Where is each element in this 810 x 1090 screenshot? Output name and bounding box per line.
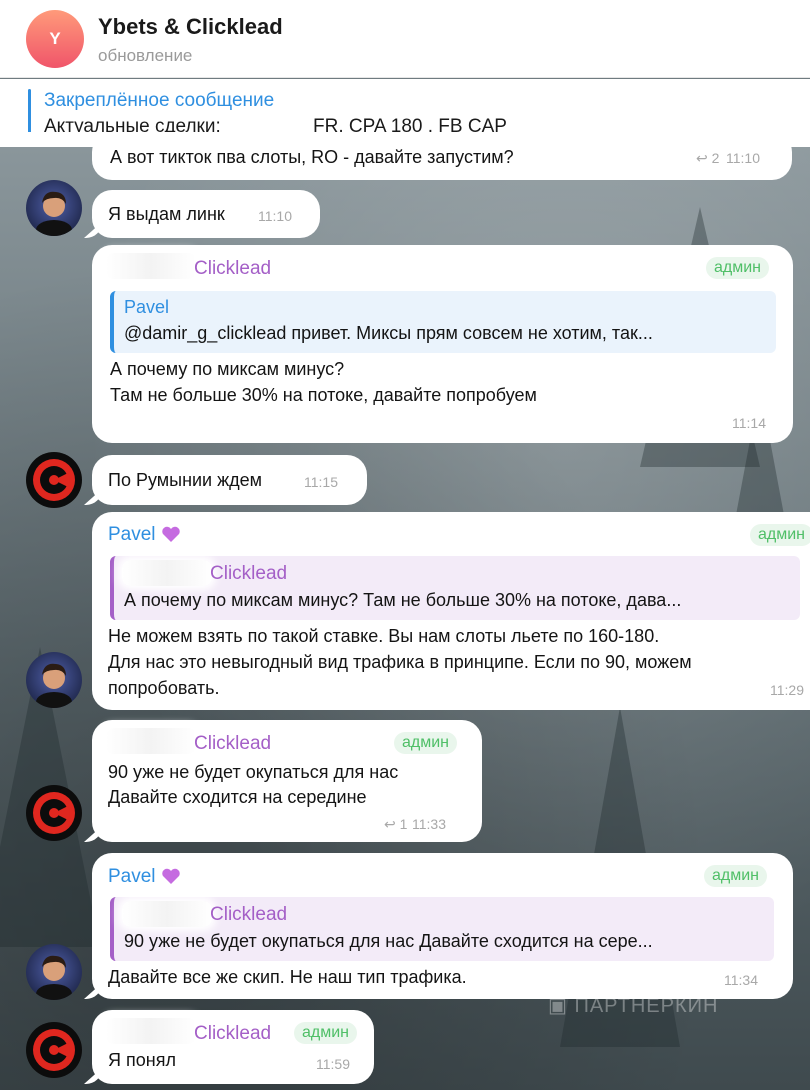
sender-name: Pavel — [108, 866, 156, 887]
message-sender[interactable]: Pavel — [108, 866, 181, 888]
clicklead-logo-icon — [33, 792, 75, 834]
message-time: 11:29 — [770, 682, 804, 698]
watermark-text: ПАРТНЕРКИН — [574, 995, 719, 1017]
message-bubble[interactable]: Clicklead админ Я понял 11:59 — [92, 1010, 374, 1084]
pinned-bottom-edge — [0, 132, 810, 147]
admin-badge: админ — [706, 257, 770, 279]
sender-name: Pavel — [108, 524, 156, 545]
quote-text: @damir_g_clicklead привет. Миксы прям со… — [124, 323, 653, 343]
message-time: 11:14 — [732, 415, 766, 431]
clicklead-avatar[interactable] — [26, 785, 82, 841]
message-time: 11:10 — [258, 208, 292, 224]
reply-quote[interactable]: Clicklead А почему по миксам минус? Там … — [110, 556, 800, 620]
message-text: А вот тикток пва слоты, RO - давайте зап… — [110, 147, 514, 167]
message-sender[interactable]: Clicklead — [194, 733, 271, 755]
message-bubble[interactable]: Я выдам линк 11:10 — [92, 190, 320, 238]
chat-title: Ybets & Clicklead — [98, 14, 283, 39]
heart-emoji-icon — [162, 527, 180, 543]
chat-subtitle: обновление — [98, 46, 193, 65]
message-time: 11:59 — [316, 1056, 350, 1072]
reply-count[interactable]: ↩ 1 — [384, 816, 407, 833]
message-text: Для нас это невыгодный вид трафика в при… — [108, 652, 692, 672]
message-bubble[interactable]: Pavel админ Clicklead А почему по миксам… — [92, 512, 810, 710]
watermark: ▣ ПАРТНЕРКИН — [548, 993, 718, 1018]
message-sender[interactable]: Pavel — [108, 524, 181, 546]
blurred-username — [106, 253, 196, 279]
watermark-icon: ▣ — [548, 995, 575, 1017]
message-bubble[interactable]: Clicklead админ 90 уже не будет окупатьс… — [92, 720, 482, 842]
clicklead-avatar[interactable] — [26, 1022, 82, 1078]
message-bubble[interactable]: Pavel админ Clicklead 90 уже не будет ок… — [92, 853, 793, 999]
reply-count-value: 2 — [711, 150, 720, 166]
message-text: Я понял — [108, 1050, 176, 1070]
clicklead-logo-icon — [33, 459, 75, 501]
quote-author: Clicklead — [210, 563, 288, 584]
quote-text: А почему по миксам минус? Там не больше … — [124, 590, 682, 610]
quote-author: Pavel — [124, 297, 170, 317]
message-text: 90 уже не будет окупаться для нас — [108, 762, 399, 782]
reply-quote[interactable]: Pavel @damir_g_clicklead привет. Миксы п… — [110, 291, 776, 353]
quote-text: 90 уже не будет окупаться для нас Давайт… — [124, 931, 653, 951]
message-text: Там не больше 30% на потоке, давайте поп… — [110, 385, 537, 405]
message-text: Я выдам линк — [108, 204, 225, 224]
heart-emoji-icon — [162, 869, 180, 885]
chat-avatar[interactable]: Y — [26, 10, 84, 68]
user-avatar-icon — [36, 955, 72, 1000]
reply-icon: ↩ — [696, 150, 708, 166]
blurred-username — [106, 728, 196, 754]
reply-count[interactable]: ↩ 2 — [696, 150, 719, 167]
admin-badge: админ — [394, 732, 458, 754]
user-avatar-icon — [36, 663, 72, 708]
message-time: 11:33 — [412, 816, 446, 832]
message-time: 11:34 — [724, 972, 758, 988]
admin-badge: админ — [704, 865, 768, 887]
message-text: Давайте сходится на середине — [108, 787, 367, 807]
message-text: А почему по миксам минус? — [110, 359, 345, 379]
blurred-username — [122, 901, 212, 927]
message-time: 11:15 — [304, 474, 338, 490]
admin-badge: админ — [294, 1022, 358, 1044]
message-text: Не можем взять по такой ставке. Вы нам с… — [108, 626, 660, 646]
message-bubble[interactable]: Clicklead админ Pavel @damir_g_clicklead… — [92, 245, 793, 443]
reply-quote[interactable]: Clicklead 90 уже не будет окупаться для … — [110, 897, 774, 961]
user-avatar[interactable] — [26, 652, 82, 708]
message-text: По Румынии ждем — [108, 470, 263, 490]
message-sender[interactable]: Clicklead — [194, 258, 271, 280]
chat-header[interactable]: Y Ybets & Clicklead обновление — [0, 0, 810, 78]
clicklead-logo-icon — [33, 1029, 75, 1071]
message-sender[interactable]: Clicklead — [194, 1023, 271, 1045]
reply-count-value: 1 — [399, 816, 408, 832]
clicklead-avatar[interactable] — [26, 452, 82, 508]
message-bubble[interactable]: По Румынии ждем 11:15 — [92, 455, 367, 505]
quote-author: Clicklead — [210, 904, 288, 925]
user-avatar[interactable] — [26, 944, 82, 1000]
message-time: 11:10 — [726, 150, 760, 166]
blurred-username — [106, 1018, 196, 1044]
reply-icon: ↩ — [384, 816, 396, 832]
user-avatar[interactable] — [26, 180, 82, 236]
user-avatar-icon — [36, 191, 72, 236]
message-text: попробовать. — [108, 678, 220, 698]
message-text: Давайте все же скип. Не наш тип трафика. — [108, 967, 467, 987]
blurred-username — [122, 560, 212, 586]
pinned-title: Закреплённое сообщение — [44, 90, 275, 111]
admin-badge: админ — [750, 524, 810, 546]
